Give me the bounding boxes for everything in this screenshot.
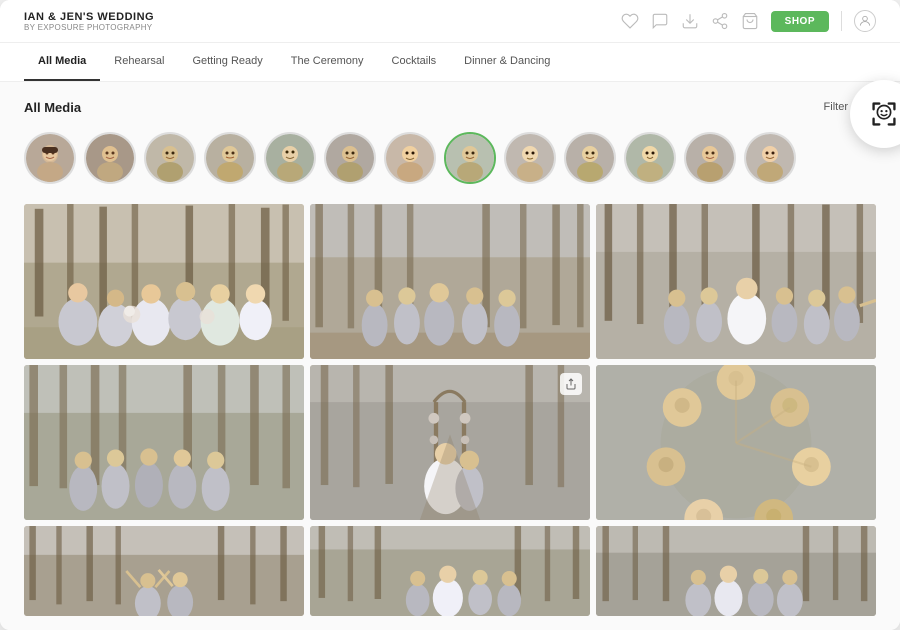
face-filter-row	[24, 132, 876, 188]
shop-button[interactable]: SHOP	[771, 11, 829, 32]
comment-icon[interactable]	[651, 12, 669, 30]
face-avatar-7[interactable]	[444, 132, 496, 184]
filter-label: Filter	[824, 101, 848, 113]
face-avatar-3[interactable]	[204, 132, 256, 184]
photo-4[interactable]	[24, 365, 304, 520]
photo-2[interactable]	[310, 204, 590, 359]
face-avatar-8[interactable]	[504, 132, 556, 184]
section-title: All Media	[24, 100, 81, 115]
photo-grid	[24, 204, 876, 616]
nav-item-all-media[interactable]: All Media	[24, 43, 100, 81]
nav-item-getting-ready[interactable]: Getting Ready	[178, 43, 276, 81]
face-avatar-2[interactable]	[144, 132, 196, 184]
share-photo-icon[interactable]	[560, 373, 582, 395]
download-icon[interactable]	[681, 12, 699, 30]
photo-3[interactable]	[596, 204, 876, 359]
user-avatar[interactable]	[854, 10, 876, 32]
face-avatar-11[interactable]	[684, 132, 736, 184]
content-area: All Media Filter	[0, 82, 900, 630]
site-subtitle: BY EXPOSURE PHOTOGRAPHY	[24, 23, 154, 32]
logo: IAN & JEN'S WEDDING BY EXPOSURE PHOTOGRA…	[24, 11, 154, 32]
browser-window: IAN & JEN'S WEDDING BY EXPOSURE PHOTOGRA…	[0, 0, 900, 630]
divider	[841, 11, 842, 31]
heart-icon[interactable]	[621, 12, 639, 30]
face-avatar-12[interactable]	[744, 132, 796, 184]
share-icon[interactable]	[711, 12, 729, 30]
photo-7[interactable]	[24, 526, 304, 616]
face-avatar-5[interactable]	[324, 132, 376, 184]
photo-9[interactable]	[596, 526, 876, 616]
photo-1[interactable]	[24, 204, 304, 359]
header-actions: SHOP	[621, 10, 876, 32]
section-header: All Media Filter	[24, 96, 876, 118]
photo-5[interactable]	[310, 365, 590, 520]
nav-item-cocktails[interactable]: Cocktails	[378, 43, 451, 81]
nav-item-ceremony[interactable]: The Ceremony	[277, 43, 378, 81]
header: IAN & JEN'S WEDDING BY EXPOSURE PHOTOGRA…	[0, 0, 900, 43]
photo-8[interactable]	[310, 526, 590, 616]
face-avatar-6[interactable]	[384, 132, 436, 184]
site-title: IAN & JEN'S WEDDING	[24, 11, 154, 23]
nav-item-dinner[interactable]: Dinner & Dancing	[450, 43, 564, 81]
main-nav: All Media Rehearsal Getting Ready The Ce…	[0, 43, 900, 82]
face-avatar-10[interactable]	[624, 132, 676, 184]
nav-item-rehearsal[interactable]: Rehearsal	[100, 43, 178, 81]
face-avatar-1[interactable]	[84, 132, 136, 184]
face-avatar-9[interactable]	[564, 132, 616, 184]
face-avatar-4[interactable]	[264, 132, 316, 184]
cart-icon[interactable]	[741, 12, 759, 30]
face-avatar-0[interactable]	[24, 132, 76, 184]
photo-6[interactable]	[596, 365, 876, 520]
